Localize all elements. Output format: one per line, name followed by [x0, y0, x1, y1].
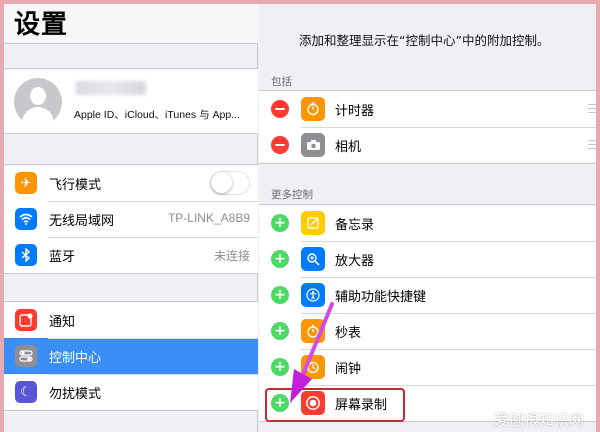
- bluetooth-status-value: 未连接: [213, 249, 250, 263]
- detail-header: 添加和整理显示在“控制中心”中的附加控制。: [259, 4, 596, 68]
- sidebar-item-wifi[interactable]: 无线局域网 TP-LINK_A8B9: [4, 201, 258, 237]
- sidebar-item-airplane-mode[interactable]: ✈ 飞行模式: [4, 165, 258, 201]
- bluetooth-icon: [15, 244, 37, 266]
- settings-sidebar: 设置 Apple ID、iCloud、iTunes 与 App... ✈ 飞行模…: [4, 4, 258, 432]
- sidebar-item-label: 无线局域网: [49, 214, 115, 229]
- included-controls-list: 计时器 相机: [259, 90, 596, 164]
- list-item-camera: 相机: [259, 127, 596, 163]
- magnifier-icon: [301, 247, 325, 271]
- section-include-label: 包括: [271, 76, 292, 88]
- control-center-description: 添加和整理显示在“控制中心”中的附加控制。: [299, 33, 550, 48]
- moon-icon: ☾: [15, 381, 37, 403]
- add-control-button[interactable]: +: [271, 214, 289, 232]
- add-control-button[interactable]: +: [271, 250, 289, 268]
- avatar: [14, 78, 62, 126]
- control-label: 辅助功能快捷键: [335, 290, 427, 305]
- connectivity-group: ✈ 飞行模式 无线局域网 TP-LINK_A8B9 蓝牙 未连接: [4, 164, 258, 274]
- reorder-handle[interactable]: [588, 140, 596, 152]
- sidebar-item-bluetooth[interactable]: 蓝牙 未连接: [4, 237, 258, 273]
- system-group: 通知 控制中心 ☾ 勿扰模式: [4, 301, 258, 411]
- list-item-notes: + 备忘录: [259, 205, 596, 241]
- timer-icon: [301, 97, 325, 121]
- section-more-controls-label: 更多控制: [271, 189, 313, 201]
- pointer-arrow-icon: [290, 302, 334, 403]
- sidebar-item-do-not-disturb[interactable]: ☾ 勿扰模式: [4, 374, 258, 410]
- control-label: 相机: [335, 140, 362, 155]
- notes-icon: [301, 211, 325, 235]
- watermark-text: 爱刨根知识网: [493, 411, 584, 429]
- remove-control-button[interactable]: [271, 100, 289, 118]
- list-item-magnifier: + 放大器: [259, 241, 596, 277]
- sidebar-item-label: 飞行模式: [49, 178, 102, 193]
- list-item-timer: 计时器: [259, 91, 596, 127]
- control-label: 计时器: [335, 104, 375, 119]
- profile-subtitle: Apple ID、iCloud、iTunes 与 App...: [74, 109, 240, 121]
- wifi-icon: [15, 208, 37, 230]
- control-center-icon: [15, 345, 37, 367]
- apple-id-profile-row[interactable]: Apple ID、iCloud、iTunes 与 App...: [4, 68, 258, 134]
- remove-control-button[interactable]: [271, 136, 289, 154]
- page-title: 设置: [14, 10, 69, 40]
- control-label: 备忘录: [335, 218, 375, 233]
- wifi-network-value: TP-LINK_A8B9: [167, 211, 250, 225]
- sidebar-item-label: 通知: [49, 315, 76, 330]
- camera-icon: [301, 133, 325, 157]
- sidebar-item-control-center[interactable]: 控制中心: [4, 338, 258, 374]
- sidebar-item-label: 蓝牙: [49, 250, 76, 265]
- sidebar-item-notifications[interactable]: 通知: [4, 302, 258, 338]
- settings-screen: 设置 Apple ID、iCloud、iTunes 与 App... ✈ 飞行模…: [4, 4, 596, 432]
- sidebar-item-label: 控制中心: [49, 351, 102, 366]
- notifications-icon: [15, 309, 37, 331]
- reorder-handle[interactable]: [588, 104, 596, 116]
- airplane-icon: ✈: [15, 172, 37, 194]
- profile-name-blurred: [76, 81, 146, 95]
- airplane-mode-toggle[interactable]: [210, 171, 250, 195]
- sidebar-item-label: 勿扰模式: [49, 387, 102, 402]
- control-label: 放大器: [335, 254, 375, 269]
